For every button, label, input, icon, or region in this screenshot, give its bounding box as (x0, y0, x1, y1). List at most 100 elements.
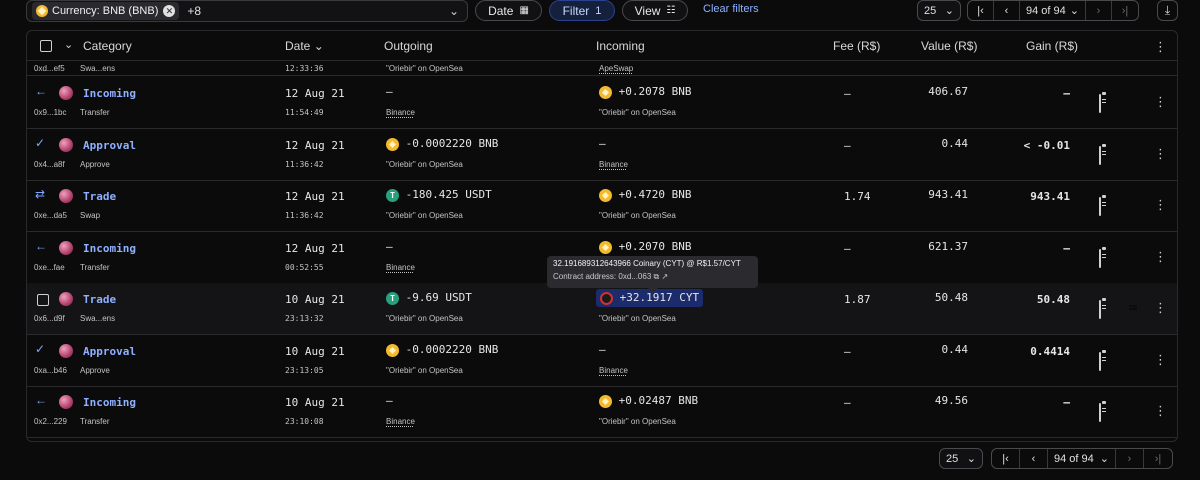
tx-hash[interactable]: 0xe...da5 (34, 211, 67, 220)
incoming-amount[interactable]: – (599, 343, 606, 356)
outgoing-amount[interactable]: – (386, 394, 393, 407)
tx-category[interactable]: Incoming (83, 396, 136, 409)
outgoing-amount[interactable]: -0.0002220 BNB (386, 137, 498, 151)
date-button[interactable]: Date ▦ (475, 0, 542, 21)
incoming-amount[interactable]: +0.4720 BNB (599, 188, 691, 202)
outgoing-source[interactable]: Binance (386, 108, 415, 117)
incoming-source[interactable]: ApeSwap (599, 64, 633, 73)
table-row[interactable]: ← Incoming 0x2...229 Transfer 10 Aug 21 23:10… (27, 386, 1177, 438)
row-checkbox[interactable] (37, 294, 49, 306)
prev-page-icon[interactable]: ‹ (1020, 449, 1048, 468)
outgoing-amount[interactable]: – (386, 240, 393, 253)
tx-category[interactable]: Incoming (83, 87, 136, 100)
incoming-amount[interactable]: +0.2070 BNB (599, 240, 691, 254)
tx-hash[interactable]: 0x2...229 (34, 417, 67, 426)
copy-icon[interactable]: ⧉ (654, 272, 660, 281)
tx-hash[interactable]: 0x9...1bc (34, 108, 66, 117)
incoming-source[interactable]: Binance (599, 366, 628, 375)
select-all-checkbox[interactable] (40, 40, 52, 52)
next-page-icon[interactable]: › (1086, 1, 1112, 20)
tx-category[interactable]: Approval (83, 139, 136, 152)
currency-filter-select[interactable]: Currency: BNB (BNB) ✕ +8 ⌄ (26, 0, 468, 22)
page-select[interactable]: 94 of 94 ⌄ (1020, 1, 1086, 20)
clear-filters-link[interactable]: Clear filters (703, 3, 759, 15)
table-row-partial[interactable]: 0xd...ef5 Swa...ens 12:33:36 "Oriebir" o… (27, 62, 1177, 76)
page-size-select[interactable]: 25 ⌄ (917, 0, 961, 21)
header-value[interactable]: Value (R$) (921, 39, 977, 53)
outgoing-source[interactable]: "Oriebir" on OpenSea (386, 366, 463, 375)
outgoing-source[interactable]: Binance (386, 417, 415, 426)
page-size-select-bottom[interactable]: 25 ⌄ (939, 448, 983, 469)
table-row[interactable]: ✓ Approval 0xa...b46 Approve 10 Aug 21 23:13:… (27, 335, 1177, 387)
table-row[interactable]: ⇄ Trade 0xe...da5 Swap 12 Aug 21 11:36:42 T -1… (27, 180, 1177, 232)
incoming-source[interactable]: "Oriebir" on OpenSea (599, 417, 676, 426)
page-nav-group-bottom: |‹ ‹ 94 of 94 ⌄ › ›| (991, 448, 1173, 469)
tx-category[interactable]: Approval (83, 345, 136, 358)
incoming-amount[interactable]: +0.2078 BNB (599, 85, 691, 99)
currency-chip[interactable]: Currency: BNB (BNB) ✕ (32, 2, 180, 20)
outgoing-amount[interactable]: -0.0002220 BNB (386, 343, 498, 357)
tx-hash[interactable]: 0xa...b46 (34, 366, 67, 375)
last-page-icon[interactable]: ›| (1112, 1, 1138, 20)
columns-menu-icon[interactable]: ⋮ (1154, 40, 1167, 53)
outgoing-source[interactable]: "Oriebir" on OpenSea (386, 160, 463, 169)
remove-chip-icon[interactable]: ✕ (163, 5, 176, 17)
incoming-source[interactable]: Binance (599, 160, 628, 169)
tx-hash[interactable]: 0x4...a8f (34, 160, 65, 169)
header-category[interactable]: Category (83, 39, 132, 53)
outgoing-source[interactable]: "Oriebir" on OpenSea (386, 211, 463, 220)
tx-hash[interactable]: 0xe...fae (34, 263, 65, 272)
tx-category[interactable]: Incoming (83, 242, 136, 255)
header-date[interactable]: Date ⌄ (285, 39, 324, 53)
row-menu-icon[interactable]: ⋮ (1154, 95, 1167, 108)
download-icon[interactable]: ⤓ (1157, 0, 1178, 21)
filter-button[interactable]: Filter 1 (549, 0, 615, 21)
cyt-coin-icon (600, 291, 613, 305)
row-menu-icon[interactable]: ⋮ (1154, 250, 1167, 263)
chevron-down-icon[interactable]: ⌄ (449, 4, 459, 18)
first-page-icon[interactable]: |‹ (968, 1, 994, 20)
view-button[interactable]: View ☷ (622, 0, 688, 21)
incoming-amount[interactable]: +0.02487 BNB (599, 394, 698, 408)
external-link-icon[interactable]: ↗ (661, 272, 668, 281)
header-gain[interactable]: Gain (R$) (1026, 39, 1078, 53)
row-menu-icon[interactable]: ⋮ (1154, 147, 1167, 160)
row-menu-icon[interactable]: ⋮ (1154, 353, 1167, 366)
chevron-down-icon: ⌄ (944, 5, 954, 17)
clipboard-icon[interactable] (1099, 249, 1101, 268)
clipboard-icon[interactable] (1099, 197, 1101, 216)
outgoing-source[interactable]: "Oriebir" on OpenSea (386, 314, 463, 323)
outgoing-source[interactable]: Binance (386, 263, 415, 272)
tx-category[interactable]: Trade (83, 190, 116, 203)
table-row[interactable]: ✓ Approval 0x4...a8f Approve 12 Aug 21 11:36:… (27, 129, 1177, 181)
incoming-source[interactable]: "Oriebir" on OpenSea (599, 108, 676, 117)
last-page-icon[interactable]: ›| (1144, 449, 1172, 468)
outgoing-amount[interactable]: T -180.425 USDT (386, 188, 492, 202)
row-menu-icon[interactable]: ⋮ (1154, 301, 1167, 314)
header-outgoing[interactable]: Outgoing (384, 39, 433, 53)
chevron-down-icon[interactable]: ⌄ (64, 38, 73, 51)
incoming-source[interactable]: "Oriebir" on OpenSea (599, 314, 676, 323)
table-row[interactable]: ← Incoming 0x9...1bc Transfer 12 Aug 21 11:54… (27, 77, 1177, 129)
row-menu-icon[interactable]: ⋮ (1154, 198, 1167, 211)
row-menu-icon[interactable]: ⋮ (1154, 404, 1167, 417)
outgoing-amount[interactable]: – (386, 85, 393, 98)
table-row[interactable]: Trade 0x6...d9f Swa...ens 10 Aug 21 23:13:32… (27, 283, 1177, 335)
tx-hash[interactable]: 0xd...ef5 (34, 64, 65, 73)
header-incoming[interactable]: Incoming (596, 39, 645, 53)
clipboard-icon[interactable] (1099, 146, 1101, 165)
first-page-icon[interactable]: |‹ (992, 449, 1020, 468)
page-select[interactable]: 94 of 94 ⌄ (1048, 449, 1116, 468)
tx-category[interactable]: Trade (83, 293, 116, 306)
clipboard-icon[interactable] (1099, 403, 1101, 422)
clipboard-icon[interactable] (1099, 300, 1101, 319)
clipboard-icon[interactable] (1099, 94, 1101, 113)
next-page-icon[interactable]: › (1116, 449, 1144, 468)
incoming-source[interactable]: "Oriebir" on OpenSea (599, 211, 676, 220)
clipboard-icon[interactable] (1099, 352, 1101, 371)
outgoing-amount[interactable]: T -9.69 USDT (386, 291, 472, 305)
incoming-amount[interactable]: – (599, 137, 606, 150)
tx-hash[interactable]: 0x6...d9f (34, 314, 65, 323)
prev-page-icon[interactable]: ‹ (994, 1, 1020, 20)
header-fee[interactable]: Fee (R$) (833, 39, 880, 53)
